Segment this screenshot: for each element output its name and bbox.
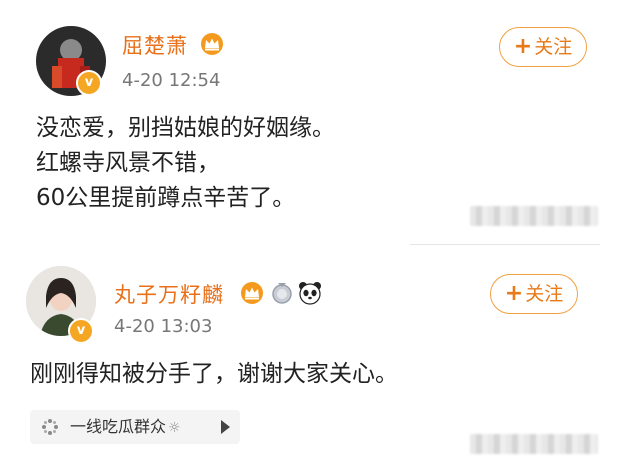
username[interactable]: 屈楚萧: [122, 30, 188, 60]
username[interactable]: 丸子万籽麟: [114, 279, 224, 309]
post-content-line-2: 红螺寺风景不错，: [36, 150, 220, 176]
sun-icon: ☼: [168, 420, 181, 436]
post-content-line-3: 60公里提前蹲点辛苦了。: [36, 185, 296, 211]
follow-button[interactable]: + 关注: [499, 27, 587, 67]
post-content-line-1: 没恋爱，别挡姑娘的好姻缘。: [36, 115, 335, 141]
verified-badge: v: [68, 318, 94, 344]
blurred-watermark: [470, 434, 598, 454]
post-time: 4-20 13:03: [114, 316, 213, 337]
verified-badge: v: [76, 70, 102, 96]
silver-medal-icon: [272, 283, 292, 304]
source-label: 一线吃瓜群众: [70, 417, 167, 436]
source-icon: [42, 419, 58, 435]
post-time: 4-20 12:54: [122, 70, 221, 91]
follow-label: 关注: [525, 283, 564, 305]
panda-icon: [299, 282, 321, 305]
crown-icon: [241, 282, 263, 304]
follow-button[interactable]: + 关注: [490, 274, 578, 314]
crown-icon: [201, 33, 223, 55]
plus-icon: +: [513, 34, 533, 59]
arrow-right-icon: [221, 420, 230, 434]
source-tag[interactable]: 一线吃瓜群众 ☼: [30, 410, 240, 444]
blurred-watermark: [470, 206, 598, 226]
follow-label: 关注: [534, 36, 573, 58]
plus-icon: +: [504, 281, 524, 306]
divider: [410, 244, 600, 245]
post-content-line-1: 刚刚得知被分手了，谢谢大家关心。: [30, 361, 398, 387]
